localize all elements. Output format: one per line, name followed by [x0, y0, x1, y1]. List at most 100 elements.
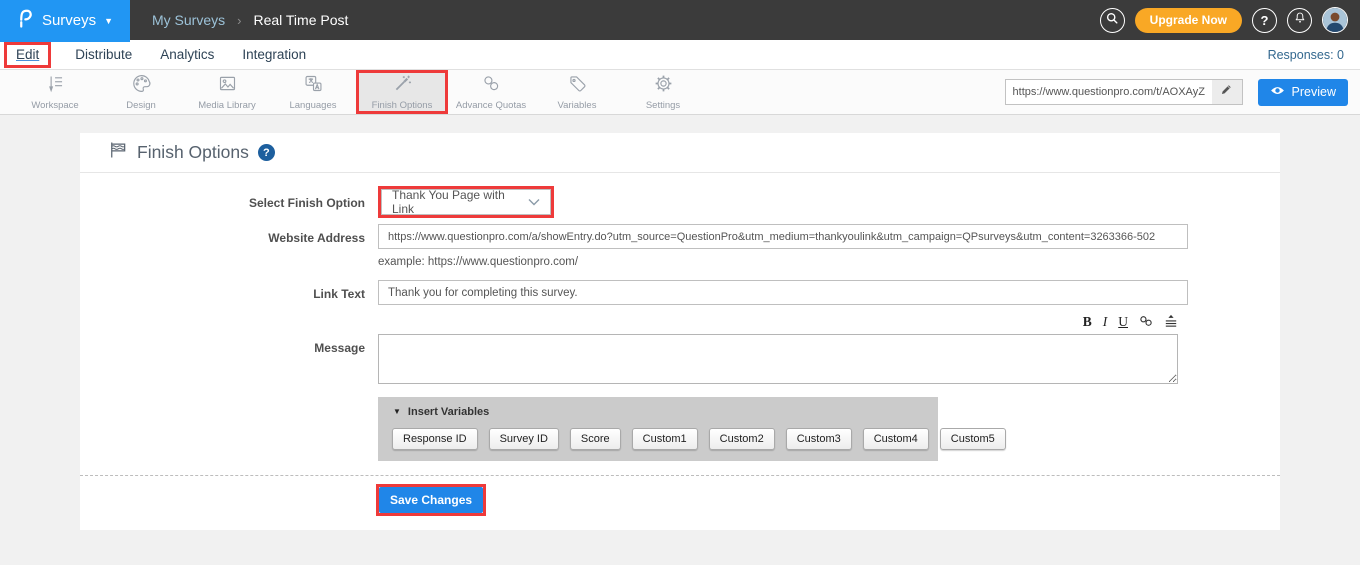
- user-avatar[interactable]: [1322, 7, 1348, 33]
- message-textarea[interactable]: [378, 334, 1178, 384]
- page-title: Finish Options: [137, 142, 249, 163]
- translate-icon: [303, 73, 324, 97]
- message-label: Message: [80, 334, 365, 389]
- toolbar-item-languages[interactable]: Languages: [270, 70, 356, 114]
- variable-button-custom4[interactable]: Custom4: [863, 428, 929, 450]
- finish-option-row: Select Finish Option Thank You Page with…: [80, 186, 1280, 218]
- finish-options-panel: Finish Options ? Select Finish Option Th…: [80, 133, 1280, 530]
- help-button[interactable]: ?: [1252, 8, 1277, 33]
- chevron-down-icon: [528, 195, 540, 209]
- variable-button-custom1[interactable]: Custom1: [632, 428, 698, 450]
- toolbar-item-label: Variables: [558, 100, 597, 111]
- image-icon: [217, 73, 238, 97]
- bell-icon: [1293, 11, 1307, 30]
- product-switcher[interactable]: Surveys ▼: [0, 0, 130, 42]
- tag-icon: [567, 73, 588, 97]
- questionpro-logo-icon: [17, 7, 34, 34]
- survey-section-tabs: Edit Distribute Analytics Integration Re…: [0, 40, 1360, 70]
- survey-url-input[interactable]: [1006, 80, 1212, 104]
- gear-icon: [653, 73, 674, 97]
- variable-button-custom3[interactable]: Custom3: [786, 428, 852, 450]
- breadcrumb-current-survey: Real Time Post: [253, 12, 348, 28]
- bold-button[interactable]: B: [1083, 315, 1092, 329]
- italic-button[interactable]: I: [1103, 315, 1108, 329]
- triangle-down-icon: ▼: [393, 407, 401, 416]
- underline-button[interactable]: U: [1118, 315, 1128, 329]
- toolbar-item-label: Settings: [646, 100, 680, 111]
- website-address-example: example: https://www.questionpro.com/: [378, 256, 1280, 268]
- toolbar-item-settings[interactable]: Settings: [620, 70, 706, 114]
- save-changes-button[interactable]: Save Changes: [379, 487, 483, 513]
- insert-variables-toggle[interactable]: ▼ Insert Variables: [393, 406, 938, 418]
- message-row: Message: [80, 334, 1280, 389]
- topbar-actions: Upgrade Now ?: [1100, 7, 1360, 33]
- palette-icon: [131, 73, 152, 97]
- toolbar-item-workspace[interactable]: Workspace: [12, 70, 98, 114]
- responses-count: Responses: 0: [1268, 48, 1360, 62]
- breadcrumb-separator: ›: [237, 13, 241, 28]
- tab-edit[interactable]: Edit: [16, 47, 39, 62]
- chevron-down-icon: ▼: [104, 16, 113, 26]
- edit-toolbar: Workspace Design Media Library Languages…: [0, 70, 1360, 115]
- text-align-button[interactable]: [1164, 314, 1178, 330]
- variable-button-response-id[interactable]: Response ID: [392, 428, 478, 450]
- tab-distribute[interactable]: Distribute: [61, 47, 146, 62]
- annotation-box-edit-tab: Edit: [4, 42, 51, 68]
- toolbar-item-variables[interactable]: Variables: [534, 70, 620, 114]
- pencil-icon: [1220, 83, 1233, 101]
- search-icon: [1105, 11, 1119, 30]
- website-address-row: Website Address: [80, 224, 1280, 249]
- survey-url-group: [1005, 79, 1243, 105]
- finish-option-label: Select Finish Option: [80, 186, 365, 218]
- variable-buttons: Response ID Survey ID Score Custom1 Cust…: [392, 428, 924, 450]
- chain-links-icon: [481, 73, 502, 97]
- product-name: Surveys: [42, 12, 96, 29]
- website-address-input[interactable]: [378, 224, 1188, 249]
- tab-analytics[interactable]: Analytics: [146, 47, 228, 62]
- toolbar-item-label: Advance Quotas: [456, 100, 526, 111]
- save-row: Save Changes: [80, 476, 1280, 516]
- variable-button-custom2[interactable]: Custom2: [709, 428, 775, 450]
- toolbar-item-label: Design: [126, 100, 156, 111]
- finish-option-selected-value: Thank You Page with Link: [392, 188, 528, 216]
- toolbar-item-finish-options[interactable]: Finish Options: [359, 73, 445, 111]
- rich-text-toolbar: B I U: [378, 314, 1178, 330]
- edit-url-button[interactable]: [1212, 80, 1242, 104]
- insert-variables-panel: ▼ Insert Variables Response ID Survey ID…: [378, 397, 938, 461]
- upgrade-now-button[interactable]: Upgrade Now: [1135, 8, 1242, 33]
- toolbar-right-actions: Preview: [1005, 70, 1360, 114]
- finish-options-help-button[interactable]: ?: [258, 144, 275, 161]
- toolbar-item-media-library[interactable]: Media Library: [184, 70, 270, 114]
- insert-link-button[interactable]: [1139, 315, 1153, 330]
- link-text-label: Link Text: [80, 280, 365, 305]
- search-button[interactable]: [1100, 8, 1125, 33]
- notifications-button[interactable]: [1287, 8, 1312, 33]
- finish-options-form: Select Finish Option Thank You Page with…: [80, 173, 1280, 516]
- finish-flag-icon: [108, 140, 128, 165]
- preview-button[interactable]: Preview: [1258, 79, 1348, 106]
- variable-button-custom5[interactable]: Custom5: [940, 428, 1006, 450]
- toolbar-item-label: Workspace: [31, 100, 78, 111]
- eye-icon: [1270, 85, 1285, 99]
- toolbar-item-label: Media Library: [198, 100, 256, 111]
- preview-label: Preview: [1292, 85, 1336, 99]
- toolbar-item-label: Languages: [289, 100, 336, 111]
- tab-integration[interactable]: Integration: [228, 47, 320, 62]
- finish-option-select[interactable]: Thank You Page with Link: [381, 189, 551, 215]
- toolbar-item-label: Finish Options: [372, 100, 433, 111]
- toolbar-item-design[interactable]: Design: [98, 70, 184, 114]
- insert-variables-label: Insert Variables: [408, 406, 489, 418]
- variable-button-score[interactable]: Score: [570, 428, 621, 450]
- magic-wand-icon: [392, 73, 413, 97]
- toolbar-item-advance-quotas[interactable]: Advance Quotas: [448, 70, 534, 114]
- workspace-icon: [45, 73, 66, 97]
- link-text-row: Link Text: [80, 280, 1280, 305]
- breadcrumb: My Surveys › Real Time Post: [152, 12, 348, 28]
- annotation-box-save: Save Changes: [376, 484, 486, 516]
- website-address-label: Website Address: [80, 224, 365, 249]
- variable-button-survey-id[interactable]: Survey ID: [489, 428, 559, 450]
- panel-header: Finish Options ?: [80, 133, 1280, 173]
- annotation-box-finish-options: Finish Options: [356, 70, 448, 114]
- breadcrumb-my-surveys[interactable]: My Surveys: [152, 12, 225, 28]
- link-text-input[interactable]: [378, 280, 1188, 305]
